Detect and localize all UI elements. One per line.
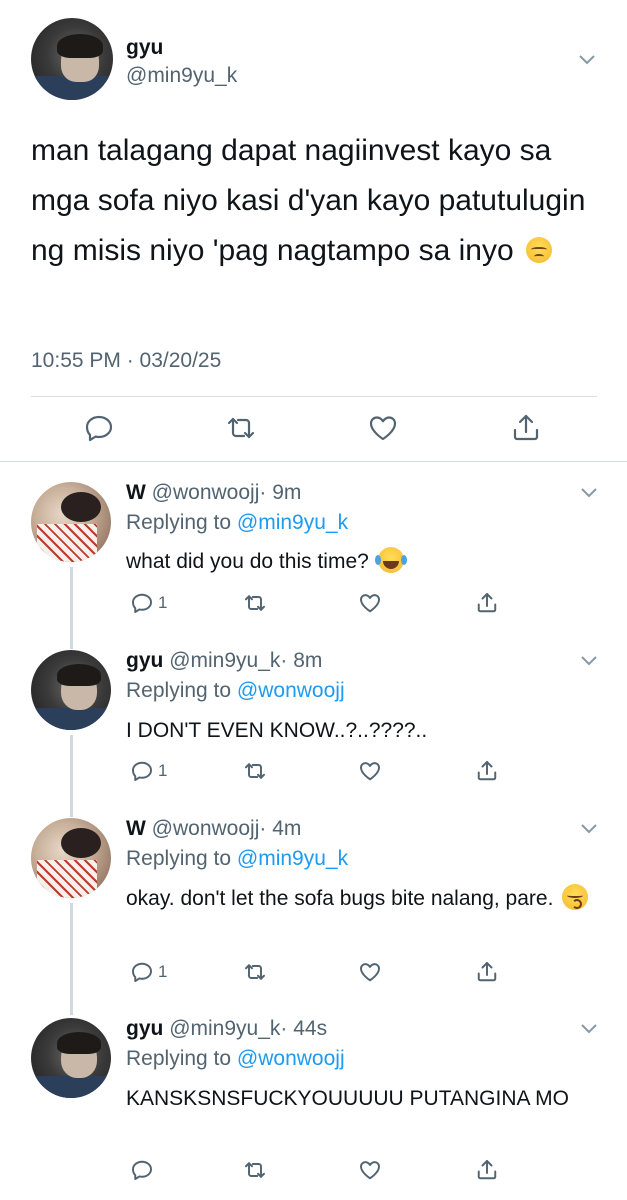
tweet-text-content: man talagang dapat nagiinvest kayo sa mg… [31, 134, 586, 267]
reply-text-content: okay. don't let the sofa bugs bite nalan… [126, 887, 554, 910]
reply-count: 1 [158, 593, 168, 612]
tweet-action-bar: 1 [0, 960, 627, 990]
kissing-face-emoji-icon [562, 884, 589, 910]
replying-to-label: Replying to [126, 1047, 232, 1070]
divider [0, 461, 627, 462]
replying-to-label: Replying to [126, 679, 232, 702]
author-handle[interactable]: @min9yu_k [169, 649, 280, 672]
replying-to-label: Replying to [126, 511, 232, 534]
reply-header: gyu @min9yu_k· 8m [126, 648, 322, 674]
chevron-down-icon[interactable] [580, 655, 598, 667]
face-with-tears-of-joy-emoji-icon [374, 547, 404, 573]
thread-connector [70, 903, 73, 1015]
like-icon[interactable] [358, 1158, 382, 1182]
author-name[interactable]: W [126, 481, 146, 504]
retweet-icon[interactable] [243, 759, 267, 783]
share-icon[interactable] [475, 759, 499, 783]
tweet-timestamp[interactable]: 10:55 PM · 03/20/25 [31, 348, 221, 374]
chevron-down-icon[interactable] [580, 1023, 598, 1035]
replying-to: Replying to @min9yu_k [126, 510, 348, 536]
chevron-down-icon[interactable] [580, 487, 598, 499]
reply-icon[interactable] [130, 759, 154, 783]
divider [31, 396, 597, 397]
share-icon[interactable] [475, 960, 499, 984]
mention-link[interactable]: @min9yu_k [237, 511, 348, 534]
reply-time: · 8m [280, 649, 323, 672]
retweet-icon[interactable] [243, 960, 267, 984]
reply-time: · 9m [259, 481, 302, 504]
avatar[interactable] [31, 1018, 111, 1098]
author-handle[interactable]: @min9yu_k [169, 1017, 280, 1040]
reply-text-content: what did you do this time? [126, 550, 369, 573]
reply-time: · 4m [259, 817, 302, 840]
author-name[interactable]: gyu [126, 1017, 163, 1040]
author-handle[interactable]: @wonwoojj [152, 817, 260, 840]
reply-count: 1 [158, 761, 168, 780]
tweet-action-bar: 1 [0, 591, 627, 621]
avatar[interactable] [31, 650, 111, 730]
author-handle[interactable]: @wonwoojj [152, 481, 260, 504]
author-name[interactable]: gyu [126, 649, 163, 672]
like-icon[interactable] [358, 960, 382, 984]
like-icon[interactable] [367, 412, 399, 444]
reply-time: · 44s [280, 1017, 328, 1040]
reply-header: W @wonwoojj· 9m [126, 480, 301, 506]
tweet-thread-page: gyu @min9yu_k man talagang dapat nagiinv… [0, 0, 627, 1200]
like-icon[interactable] [358, 759, 382, 783]
reply-text: what did you do this time? [126, 545, 596, 579]
tweet-action-bar [0, 1158, 627, 1188]
share-icon[interactable] [475, 1158, 499, 1182]
reply-icon[interactable] [130, 960, 154, 984]
share-icon[interactable] [475, 591, 499, 615]
tweet-action-bar [0, 410, 627, 450]
mention-link[interactable]: @min9yu_k [237, 847, 348, 870]
author-name[interactable]: gyu [126, 36, 163, 60]
author-name[interactable]: W [126, 817, 146, 840]
avatar[interactable] [31, 18, 113, 100]
pensive-face-emoji-icon [526, 237, 553, 263]
tweet-text: man talagang dapat nagiinvest kayo sa mg… [31, 126, 601, 276]
replying-to-label: Replying to [126, 847, 232, 870]
reply-icon[interactable] [83, 412, 115, 444]
avatar[interactable] [31, 818, 111, 898]
reply-header: W @wonwoojj· 4m [126, 816, 301, 842]
reply-count: 1 [158, 962, 168, 981]
main-tweet: gyu @min9yu_k man talagang dapat nagiinv… [0, 0, 627, 462]
retweet-icon[interactable] [225, 412, 257, 444]
replying-to: Replying to @wonwoojj [126, 1046, 345, 1072]
reply-text: KANSKSNSFUCKYOUUUUU PUTANGINA MO [126, 1087, 569, 1110]
replying-to: Replying to @min9yu_k [126, 846, 348, 872]
retweet-icon[interactable] [243, 591, 267, 615]
avatar[interactable] [31, 482, 111, 562]
retweet-icon[interactable] [243, 1158, 267, 1182]
reply-icon[interactable] [130, 591, 154, 615]
like-icon[interactable] [358, 591, 382, 615]
replying-to: Replying to @wonwoojj [126, 678, 345, 704]
reply-text: I DON'T EVEN KNOW..?..????.. [126, 719, 428, 742]
reply-text: okay. don't let the sofa bugs bite nalan… [126, 882, 596, 916]
author-handle[interactable]: @min9yu_k [126, 64, 237, 88]
mention-link[interactable]: @wonwoojj [237, 1047, 345, 1070]
share-icon[interactable] [510, 412, 542, 444]
chevron-down-icon[interactable] [580, 823, 598, 835]
chevron-down-icon[interactable] [578, 54, 596, 66]
tweet-action-bar: 1 [0, 759, 627, 789]
mention-link[interactable]: @wonwoojj [237, 679, 345, 702]
reply-icon[interactable] [130, 1158, 154, 1182]
reply-header: gyu @min9yu_k· 44s [126, 1016, 327, 1042]
